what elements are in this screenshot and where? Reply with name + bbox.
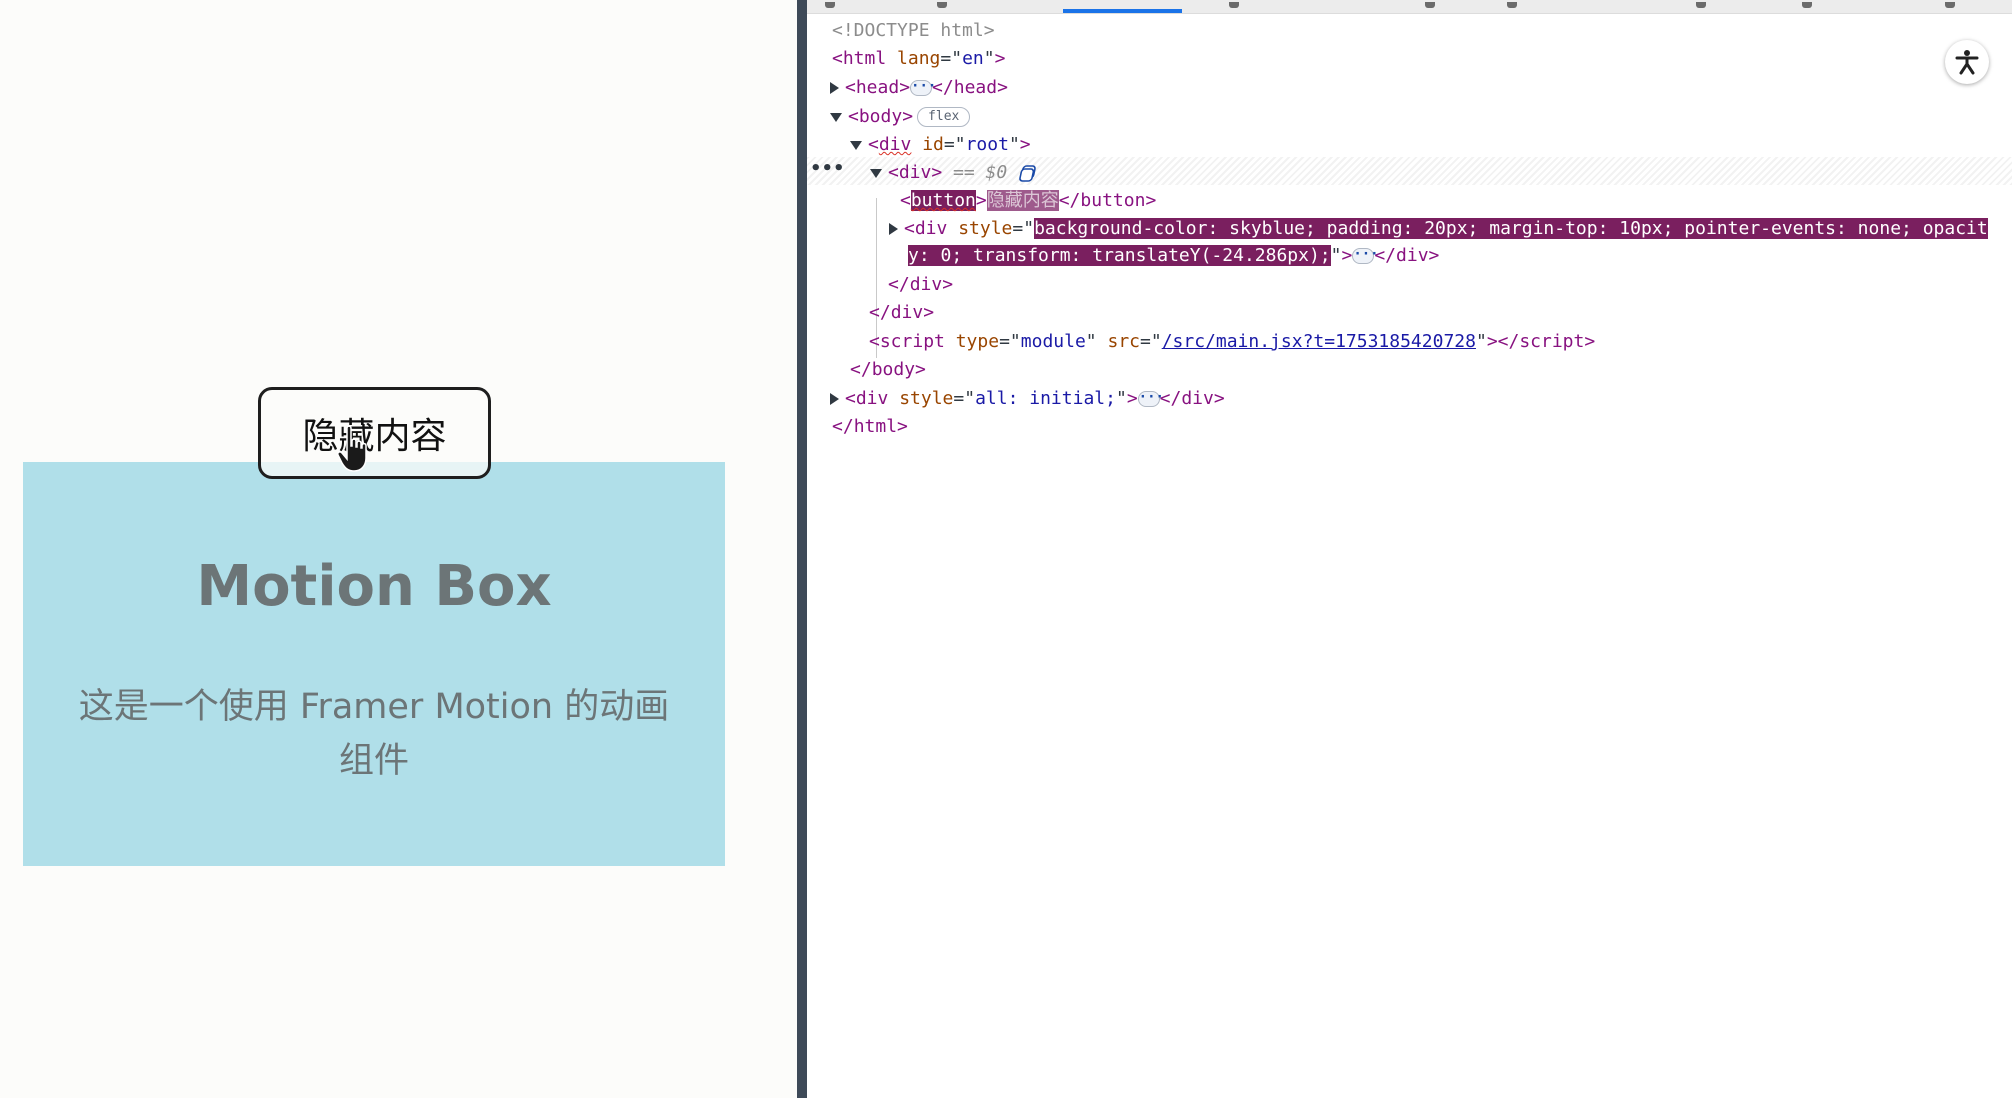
style-value-part-2: y: 0; transform: translateY(-24.286px); xyxy=(908,245,1331,266)
collapsed-ellipsis-icon[interactable]: ··· xyxy=(1352,247,1379,264)
dom-line-root-div[interactable]: <div id="root"> xyxy=(850,131,1031,159)
styled-div-close-tag-name: div xyxy=(1396,245,1429,266)
dom-line-close-body[interactable]: </body> xyxy=(850,356,926,384)
styled-div-style-attr: style xyxy=(958,218,1013,239)
script-src-link[interactable]: /src/main.jsx?t=1753185420728 xyxy=(1162,331,1476,352)
button-tag-name: button xyxy=(910,190,976,211)
doctype-text: <!DOCTYPE html> xyxy=(832,20,995,41)
more-options-icon[interactable]: ••• xyxy=(810,157,845,185)
dom-line-styled-div-wrap[interactable]: y: 0; transform: translateY(-24.286px);"… xyxy=(908,242,1439,270)
expand-arrow-icon[interactable] xyxy=(830,82,839,94)
close-body-tag-name: body xyxy=(871,359,916,380)
extension-div-style-attr: style xyxy=(899,388,954,409)
tab-icon[interactable] xyxy=(1802,2,1812,8)
tab-icon[interactable] xyxy=(1696,2,1706,8)
dom-line-extension-div[interactable]: <div style="all: initial;">···</div> xyxy=(830,385,1225,413)
dom-line-selected-div[interactable]: <div> == $0 xyxy=(870,159,1040,187)
dom-line-doctype[interactable]: <!DOCTYPE html> xyxy=(832,17,995,45)
page-preview: Motion Box 这是一个使用 Framer Motion 的动画组件 隐藏… xyxy=(0,0,797,1098)
motion-box: Motion Box 这是一个使用 Framer Motion 的动画组件 xyxy=(23,462,725,866)
collapse-arrow-icon[interactable] xyxy=(850,140,862,150)
html-lang-value: en xyxy=(962,48,984,69)
button-close-tag-name: button xyxy=(1080,190,1146,211)
tab-icon[interactable] xyxy=(1945,2,1955,8)
root-id-attr: id xyxy=(922,134,944,155)
extension-div-style-value: all: initial; xyxy=(975,388,1116,409)
html-tag-name: html xyxy=(842,48,887,69)
toggle-content-button[interactable]: 隐藏内容 xyxy=(258,387,491,479)
expand-arrow-icon[interactable] xyxy=(830,393,839,405)
motion-box-description: 这是一个使用 Framer Motion 的动画组件 xyxy=(78,687,670,781)
button-text-node: 隐藏内容 xyxy=(986,190,1059,211)
hand-pointer-icon xyxy=(337,425,367,472)
dom-line-close-root[interactable]: </div> xyxy=(869,299,934,327)
collapse-arrow-icon[interactable] xyxy=(870,168,882,178)
script-type-value: module xyxy=(1020,331,1086,352)
dom-line-close-html[interactable]: </html> xyxy=(832,413,908,441)
body-tag-name: body xyxy=(858,106,903,127)
close-div-tag-name: div xyxy=(909,274,943,295)
dom-line-button[interactable]: <button>隐藏内容</button> xyxy=(900,187,1156,215)
devtools-tab-strip xyxy=(807,0,2012,14)
root-id-value: root xyxy=(965,134,1009,155)
head-close-tag-name: head xyxy=(953,77,998,98)
tab-icon[interactable] xyxy=(1425,2,1435,8)
styled-div-tag-name: div xyxy=(914,218,948,239)
devtools-elements-panel: ••• <!DOCTYPE html> <html lang="en"> <he… xyxy=(807,0,2012,1098)
dom-line-body[interactable]: <body> flex xyxy=(830,103,971,131)
tab-icon[interactable] xyxy=(937,2,947,8)
panel-divider[interactable] xyxy=(797,0,807,1098)
close-root-tag-name: div xyxy=(890,302,924,323)
extension-div-tag-name: div xyxy=(855,388,889,409)
head-tag-name: head xyxy=(855,77,900,98)
expand-arrow-icon[interactable] xyxy=(889,223,898,235)
accessibility-icon xyxy=(1955,50,1979,75)
tab-elements-active-indicator xyxy=(1063,9,1182,13)
tab-icon[interactable] xyxy=(1507,2,1517,8)
collapsed-ellipsis-icon[interactable]: ··· xyxy=(1137,390,1164,407)
html-lang-attr: lang xyxy=(897,48,941,69)
collapsed-ellipsis-icon[interactable]: ··· xyxy=(910,79,936,96)
script-src-attr: src xyxy=(1107,331,1140,352)
accessibility-button[interactable] xyxy=(1945,40,1989,84)
copy-layers-icon[interactable] xyxy=(1018,164,1040,182)
motion-box-title: Motion Box xyxy=(196,554,552,619)
dom-line-head[interactable]: <head>···</head> xyxy=(830,74,1008,102)
dom-line-close-div[interactable]: </div> xyxy=(888,271,953,299)
flex-badge[interactable]: flex xyxy=(917,107,971,127)
tab-icon[interactable] xyxy=(825,2,835,8)
tab-icon[interactable] xyxy=(1229,2,1239,8)
dom-line-script[interactable]: <script type="module" src="/src/main.jsx… xyxy=(869,328,1595,356)
root-div-tag-name: div xyxy=(878,134,912,155)
style-value-part-1: background-color: skyblue; padding: 20px… xyxy=(1034,218,1988,239)
script-close-tag-name: script xyxy=(1519,331,1585,352)
dom-line-html[interactable]: <html lang="en"> xyxy=(832,45,1005,73)
extension-div-close-tag-name: div xyxy=(1181,388,1214,409)
selected-node-marker: == $0 xyxy=(953,162,1008,183)
script-type-attr: type xyxy=(955,331,1000,352)
script-tag-name: script xyxy=(879,331,945,352)
close-html-tag-name: html xyxy=(853,416,898,437)
selected-div-tag-name: div xyxy=(898,162,932,183)
dom-line-styled-div[interactable]: <div style="background-color: skyblue; p… xyxy=(889,215,1988,243)
collapse-arrow-icon[interactable] xyxy=(830,112,842,122)
